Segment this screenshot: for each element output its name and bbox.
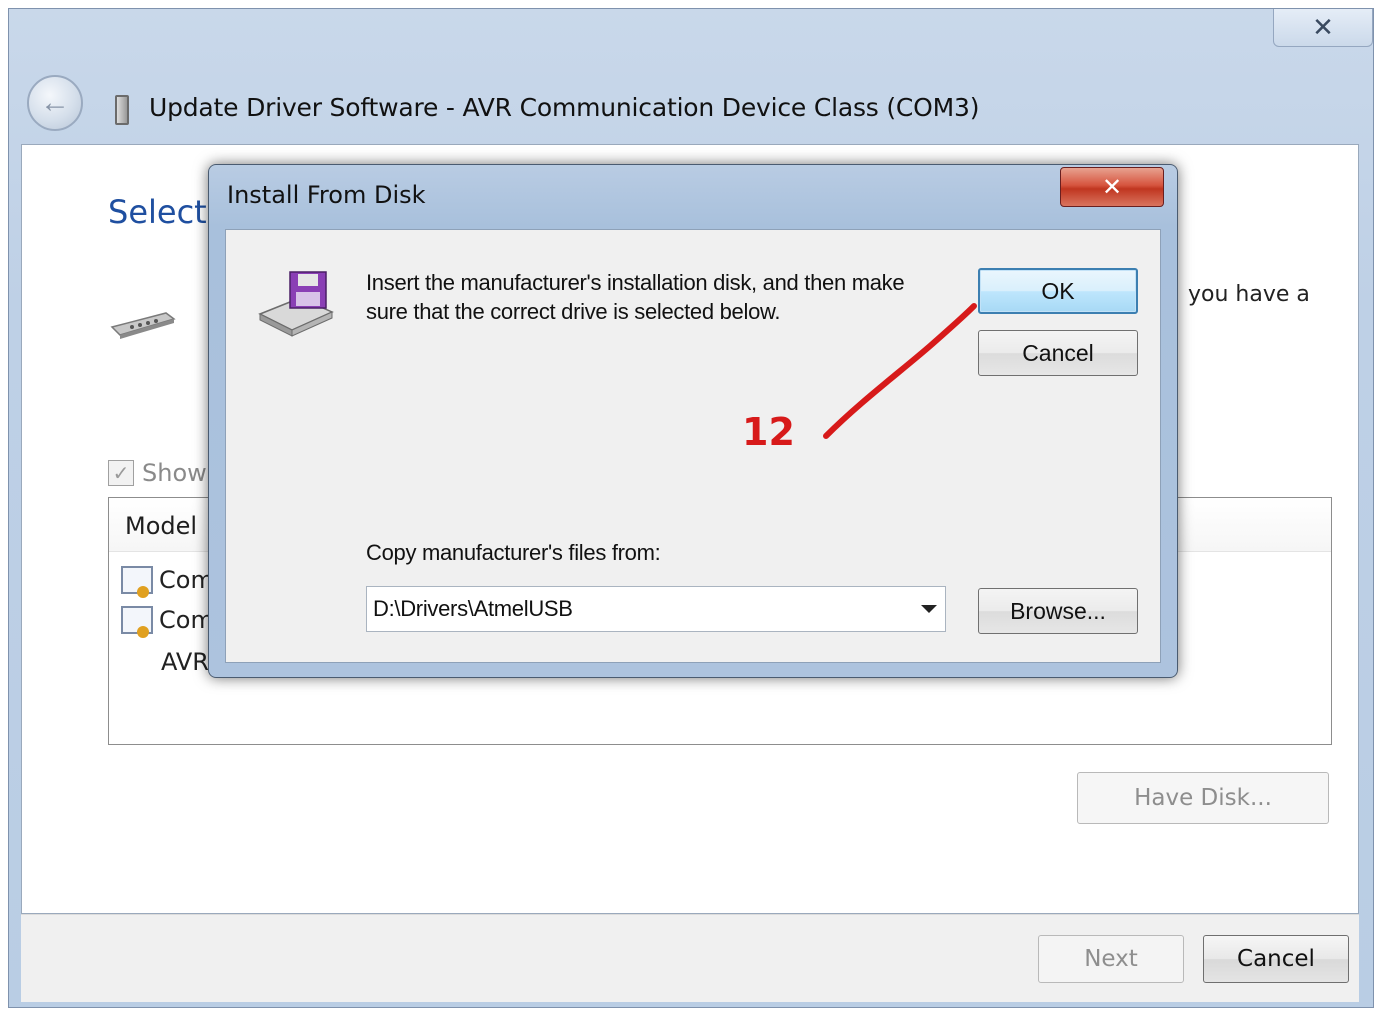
have-disk-button[interactable]: Have Disk... bbox=[1077, 772, 1329, 824]
dialog-close-button[interactable]: ✕ bbox=[1060, 167, 1164, 207]
checkbox-icon: ✓ bbox=[108, 460, 134, 486]
dropdown-arrow-icon[interactable] bbox=[921, 605, 937, 613]
wizard-title: Update Driver Software - AVR Communicati… bbox=[149, 93, 980, 122]
usb-device-icon bbox=[115, 95, 129, 125]
floppy-disk-icon bbox=[258, 271, 334, 337]
cancel-button[interactable]: Cancel bbox=[1203, 935, 1349, 983]
back-arrow-icon: ← bbox=[40, 86, 70, 119]
description-text: you have a bbox=[1188, 282, 1310, 307]
path-value: D:\Drivers\AtmelUSB bbox=[373, 596, 573, 621]
list-item-label: AVR bbox=[161, 648, 209, 676]
show-compatible-label: Show bbox=[142, 459, 207, 487]
install-from-disk-dialog: Install From Disk ✕ Insert the manufactu… bbox=[208, 164, 1178, 678]
dialog-title: Install From Disk bbox=[227, 181, 426, 209]
list-item-label: Com bbox=[159, 606, 214, 634]
next-button[interactable]: Next bbox=[1038, 935, 1184, 983]
copy-from-label: Copy manufacturer's files from: bbox=[366, 540, 661, 565]
certificate-icon bbox=[121, 606, 153, 638]
close-icon: ✕ bbox=[1312, 12, 1334, 42]
dialog-cancel-button[interactable]: Cancel bbox=[978, 330, 1138, 376]
step-number-annotation: 12 bbox=[742, 410, 795, 454]
dialog-message: Insert the manufacturer's installation d… bbox=[366, 270, 905, 324]
show-compatible-checkbox[interactable]: ✓ Show bbox=[108, 459, 207, 487]
close-icon: ✕ bbox=[1101, 173, 1123, 201]
dialog-body: Insert the manufacturer's installation d… bbox=[225, 229, 1161, 663]
wizard-footer: Next Cancel bbox=[21, 914, 1359, 1002]
browse-button[interactable]: Browse... bbox=[978, 588, 1138, 634]
serial-port-icon bbox=[110, 312, 176, 339]
certificate-icon bbox=[121, 566, 153, 598]
back-button[interactable]: ← bbox=[27, 75, 83, 131]
wizard-close-button[interactable]: ✕ bbox=[1273, 9, 1373, 47]
ok-button[interactable]: OK bbox=[978, 268, 1138, 314]
list-item[interactable]: AVR bbox=[161, 648, 209, 676]
list-item[interactable]: Com bbox=[121, 606, 214, 638]
list-item-label: Com bbox=[159, 566, 214, 594]
path-combobox[interactable]: D:\Drivers\AtmelUSB bbox=[366, 586, 946, 632]
list-item[interactable]: Com bbox=[121, 566, 214, 598]
model-header-label: Model bbox=[125, 512, 198, 540]
